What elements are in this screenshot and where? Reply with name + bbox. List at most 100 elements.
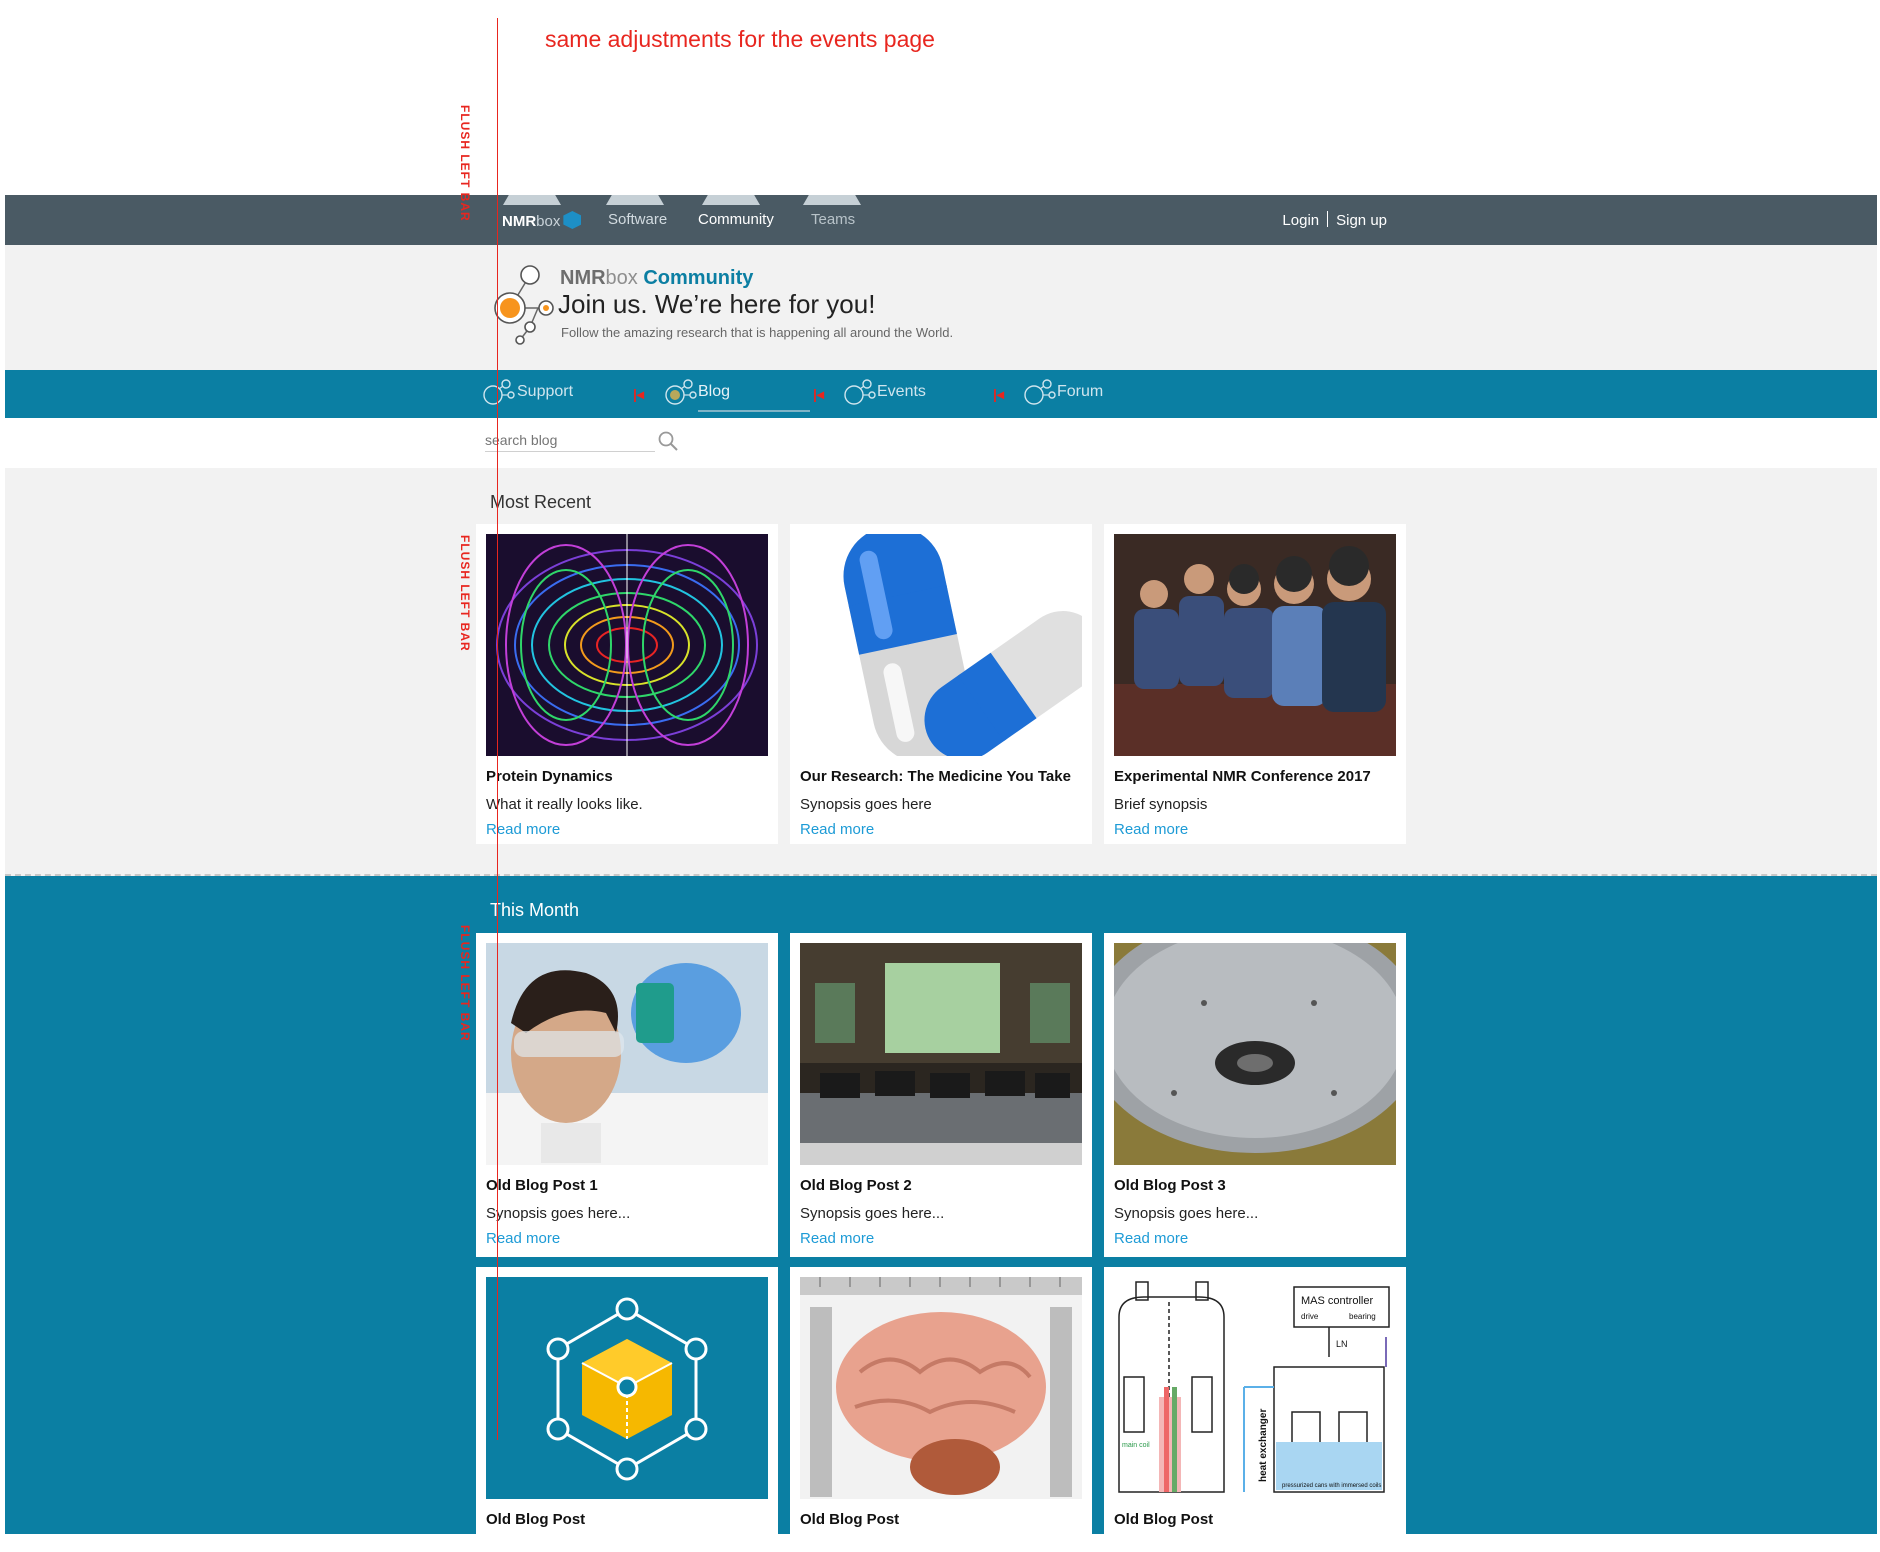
card-image xyxy=(486,943,768,1165)
nav-software[interactable]: Software xyxy=(608,211,667,228)
annotation-note: same adjustments for the events page xyxy=(545,26,935,52)
card-image xyxy=(800,1277,1082,1499)
community-subnav: Support |◂ Blog |◂ Events |◂ Forum xyxy=(5,370,1877,418)
card-title[interactable]: Protein Dynamics xyxy=(486,768,613,785)
nmr-schematic-image: MAS controller drive bearing LN heat exc… xyxy=(1114,1277,1396,1499)
card-image xyxy=(800,534,1082,756)
subnav-forum[interactable]: Forum xyxy=(1057,383,1103,401)
cube-icon xyxy=(563,211,582,229)
subnav-support[interactable]: Support xyxy=(517,383,573,401)
diagram-label-bearing: bearing xyxy=(1349,1312,1376,1321)
card-title[interactable]: Experimental NMR Conference 2017 xyxy=(1114,768,1371,785)
community-hero: NMRbox Community Join us. We’re here for… xyxy=(5,245,1877,370)
card-title[interactable]: Old Blog Post 2 xyxy=(800,1177,912,1194)
logo-bold-text: NMR xyxy=(502,213,537,230)
card-synopsis: Synopsis goes here xyxy=(800,796,932,813)
blog-molecule-icon xyxy=(665,379,697,405)
nav-hex-tab xyxy=(606,195,664,205)
diagram-label-controller: MAS controller xyxy=(1301,1295,1373,1307)
card-title[interactable]: Old Blog Post 3 xyxy=(1114,1177,1226,1194)
blog-card[interactable]: Old Blog Post 1 Synopsis goes here... Re… xyxy=(476,933,778,1257)
diagram-label-main-coil: main coil xyxy=(1122,1442,1150,1449)
pills-image xyxy=(800,534,1082,756)
read-more-link[interactable]: Read more xyxy=(800,821,874,838)
molecule-icon xyxy=(494,265,554,345)
card-title[interactable]: Old Blog Post xyxy=(800,1511,899,1528)
most-recent-section: Most Recent Protein Dynamics What it rea… xyxy=(5,468,1877,876)
diagram-label-ln2: LN xyxy=(1336,1339,1348,1349)
magnet-underside-image xyxy=(1114,943,1396,1165)
blog-card[interactable]: Old Blog Post xyxy=(790,1267,1092,1537)
auth-divider xyxy=(1327,211,1329,227)
blog-card[interactable]: Our Research: The Medicine You Take Syno… xyxy=(790,524,1092,844)
forum-molecule-icon xyxy=(1024,379,1056,405)
diagram-label-drive: drive xyxy=(1301,1312,1319,1321)
card-image xyxy=(1114,534,1396,756)
nav-hex-tab xyxy=(803,195,861,205)
alignment-guide-line xyxy=(497,18,498,1440)
spacing-arrow-mark: |◂ xyxy=(633,386,644,402)
card-title[interactable]: Old Blog Post xyxy=(486,1511,585,1528)
most-recent-heading: Most Recent xyxy=(490,492,592,512)
flush-left-label: FLUSH LEFT BAR xyxy=(458,105,472,222)
read-more-link[interactable]: Read more xyxy=(1114,1230,1188,1247)
login-link[interactable]: Login xyxy=(1282,212,1319,229)
hero-brand: NMRbox Community xyxy=(560,267,753,290)
hero-title: Join us. We’re here for you! xyxy=(558,289,876,319)
card-synopsis: Synopsis goes here... xyxy=(800,1205,945,1222)
blog-search xyxy=(5,418,1877,468)
brand-community: Community xyxy=(643,267,754,289)
conference-audience-image xyxy=(1114,534,1396,756)
flush-left-label: FLUSH LEFT BAR xyxy=(458,925,472,1042)
card-synopsis: Synopsis goes here... xyxy=(486,1205,631,1222)
diagram-label-cans: pressurized cans with immersed coils xyxy=(1282,1483,1381,1489)
blog-card[interactable]: Old Blog Post 3 Synopsis goes here... Re… xyxy=(1104,933,1406,1257)
card-title[interactable]: Old Blog Post 1 xyxy=(486,1177,598,1194)
blog-card[interactable]: Old Blog Post xyxy=(476,1267,778,1537)
search-input[interactable] xyxy=(485,428,655,452)
blog-card[interactable]: Experimental NMR Conference 2017 Brief s… xyxy=(1104,524,1406,844)
signup-link[interactable]: Sign up xyxy=(1336,212,1387,229)
lecture-hall-image xyxy=(800,943,1082,1165)
this-month-section: This Month Old Blog Post 1 Synopsis goes… xyxy=(5,876,1877,1537)
nav-hex-tab xyxy=(702,195,760,205)
page: same adjustments for the events page NMR… xyxy=(0,0,1880,1552)
search-icon[interactable] xyxy=(657,430,679,452)
this-month-heading: This Month xyxy=(490,900,580,920)
brand-light: box xyxy=(605,267,638,289)
card-title[interactable]: Old Blog Post xyxy=(1114,1511,1213,1528)
subnav-blog[interactable]: Blog xyxy=(698,383,811,412)
nmrbox-cube-logo-image xyxy=(486,1277,768,1499)
card-synopsis: What it really looks like. xyxy=(486,796,643,813)
blog-card[interactable]: Protein Dynamics What it really looks li… xyxy=(476,524,778,844)
nav-hex-tab xyxy=(503,195,561,205)
spacing-arrow-mark: |◂ xyxy=(993,386,1004,402)
auth-links: Login Sign up xyxy=(1282,211,1387,229)
spacing-arrow-mark: |◂ xyxy=(813,386,824,402)
magnetic-field-image xyxy=(486,534,768,756)
top-navbar: NMRbox Software Community Teams Login Sig… xyxy=(5,195,1877,245)
read-more-link[interactable]: Read more xyxy=(800,1230,874,1247)
card-image xyxy=(800,943,1082,1165)
hero-subtitle: Follow the amazing research that is happ… xyxy=(561,325,954,340)
scientist-image xyxy=(486,943,768,1165)
card-synopsis: Synopsis goes here... xyxy=(1114,1205,1259,1222)
nav-community[interactable]: Community xyxy=(698,211,774,228)
subnav-events[interactable]: Events xyxy=(877,383,926,401)
card-image xyxy=(486,534,768,756)
logo-light-text: box xyxy=(536,213,561,230)
events-molecule-icon xyxy=(844,379,876,405)
blog-card[interactable]: Old Blog Post 2 Synopsis goes here... Re… xyxy=(790,933,1092,1257)
nav-teams[interactable]: Teams xyxy=(811,211,855,228)
diagram-label-heat-exchanger: heat exchanger xyxy=(1258,1409,1269,1482)
card-image xyxy=(1114,943,1396,1165)
support-molecule-icon xyxy=(483,379,515,405)
nmrbox-logo[interactable]: NMRbox xyxy=(502,211,582,230)
card-title[interactable]: Our Research: The Medicine You Take xyxy=(800,768,1071,785)
brain-model-image xyxy=(800,1277,1082,1499)
brand-bold: NMR xyxy=(560,267,606,289)
blog-card[interactable]: MAS controller drive bearing LN heat exc… xyxy=(1104,1267,1406,1537)
card-synopsis: Brief synopsis xyxy=(1114,796,1208,813)
read-more-link[interactable]: Read more xyxy=(1114,821,1188,838)
flush-left-label: FLUSH LEFT BAR xyxy=(458,535,472,652)
